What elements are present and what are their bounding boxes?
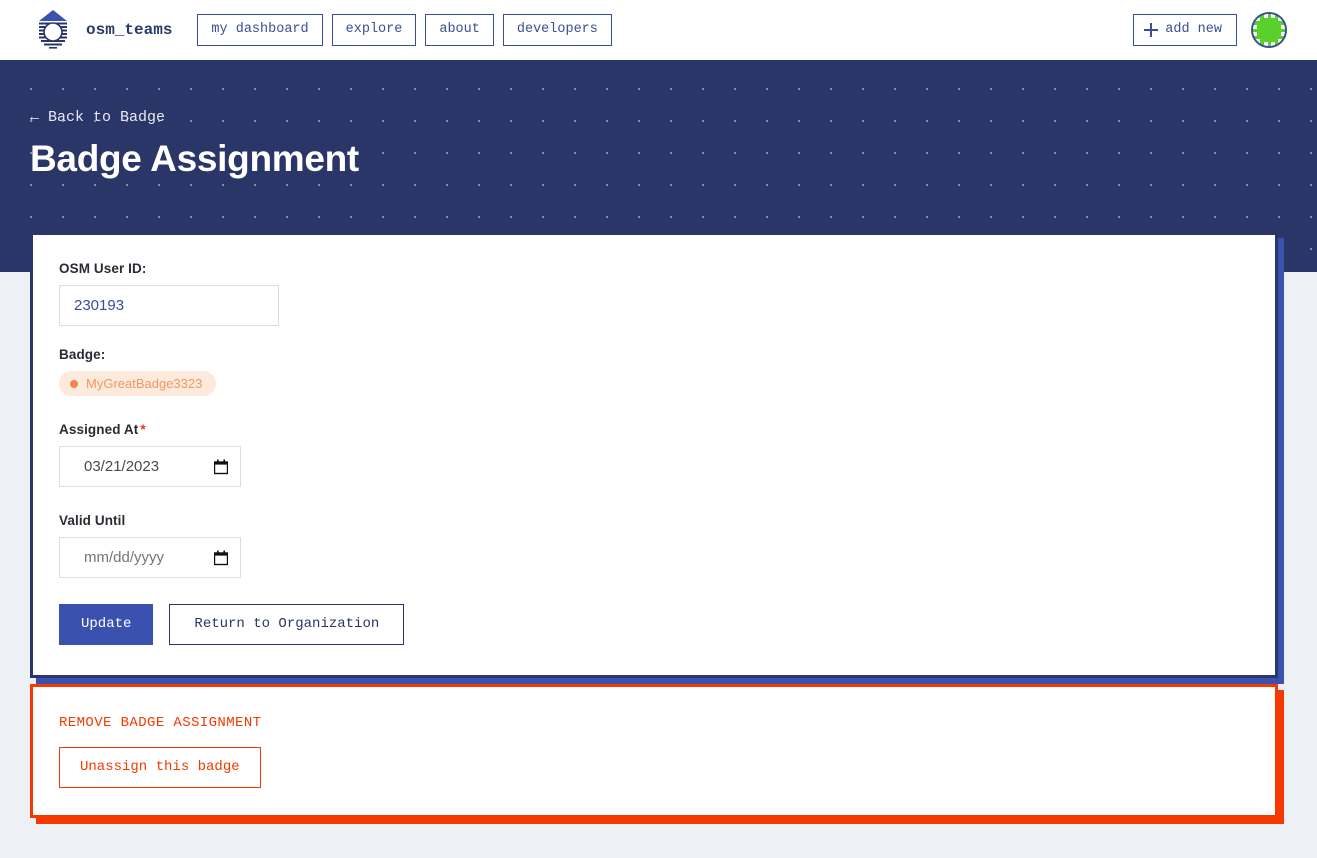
user-avatar-identicon[interactable] <box>1251 12 1287 48</box>
required-asterisk: * <box>140 422 146 437</box>
nav-about[interactable]: about <box>425 14 494 46</box>
danger-zone-title: REMOVE BADGE ASSIGNMENT <box>59 715 262 731</box>
badge-assignment-form-card: OSM User ID: Badge: MyGreatBadge3323 Ass… <box>30 232 1278 678</box>
header-right-group: add new <box>1133 12 1287 48</box>
page-title: Badge Assignment <box>30 137 359 179</box>
assigned-at-label: Assigned At * <box>59 422 1249 437</box>
main-nav: my dashboard explore about developers <box>197 14 612 46</box>
brand-home-link[interactable]: osm_teams <box>30 7 172 53</box>
osm-user-id-label: OSM User ID: <box>59 261 147 276</box>
brand-name: osm_teams <box>86 21 173 39</box>
assigned-at-label-text: Assigned At <box>59 422 139 437</box>
nav-developers[interactable]: developers <box>502 14 612 46</box>
assigned-at-input[interactable] <box>59 446 241 487</box>
badge-dot-icon <box>70 379 78 388</box>
page-root: osm_teams my dashboard explore about dev… <box>0 0 1317 858</box>
osm-user-id-group: OSM User ID: <box>59 261 1249 326</box>
badge-label: Badge: <box>59 347 106 362</box>
add-new-label: add new <box>1165 22 1222 38</box>
form-actions: Update Return to Organization <box>59 604 1249 645</box>
valid-until-input-wrap <box>59 537 241 578</box>
return-to-organization-button[interactable]: Return to Organization <box>169 604 405 645</box>
nav-explore[interactable]: explore <box>331 14 417 46</box>
badge-group: Badge: MyGreatBadge3323 <box>59 347 1249 396</box>
add-new-button[interactable]: add new <box>1133 14 1237 46</box>
assigned-at-group: Assigned At * <box>59 422 1249 487</box>
danger-zone-panel: REMOVE BADGE ASSIGNMENT Unassign this ba… <box>30 684 1278 818</box>
plus-icon <box>1144 22 1159 37</box>
osm-user-id-input[interactable] <box>59 285 279 326</box>
valid-until-label: Valid Until <box>59 513 126 528</box>
assigned-at-input-wrap <box>59 446 241 487</box>
badge-pill[interactable]: MyGreatBadge3323 <box>59 371 217 396</box>
badge-pill-label: MyGreatBadge3323 <box>86 376 203 391</box>
osm-teams-logo-icon <box>30 7 76 53</box>
site-header: osm_teams my dashboard explore about dev… <box>0 0 1317 60</box>
unassign-badge-button[interactable]: Unassign this badge <box>59 747 261 788</box>
back-to-badge-link[interactable]: ← Back to Badge <box>30 109 165 127</box>
update-button[interactable]: Update <box>59 604 154 645</box>
nav-my-dashboard[interactable]: my dashboard <box>197 14 323 46</box>
valid-until-group: Valid Until <box>59 513 1249 578</box>
valid-until-input[interactable] <box>59 537 241 578</box>
